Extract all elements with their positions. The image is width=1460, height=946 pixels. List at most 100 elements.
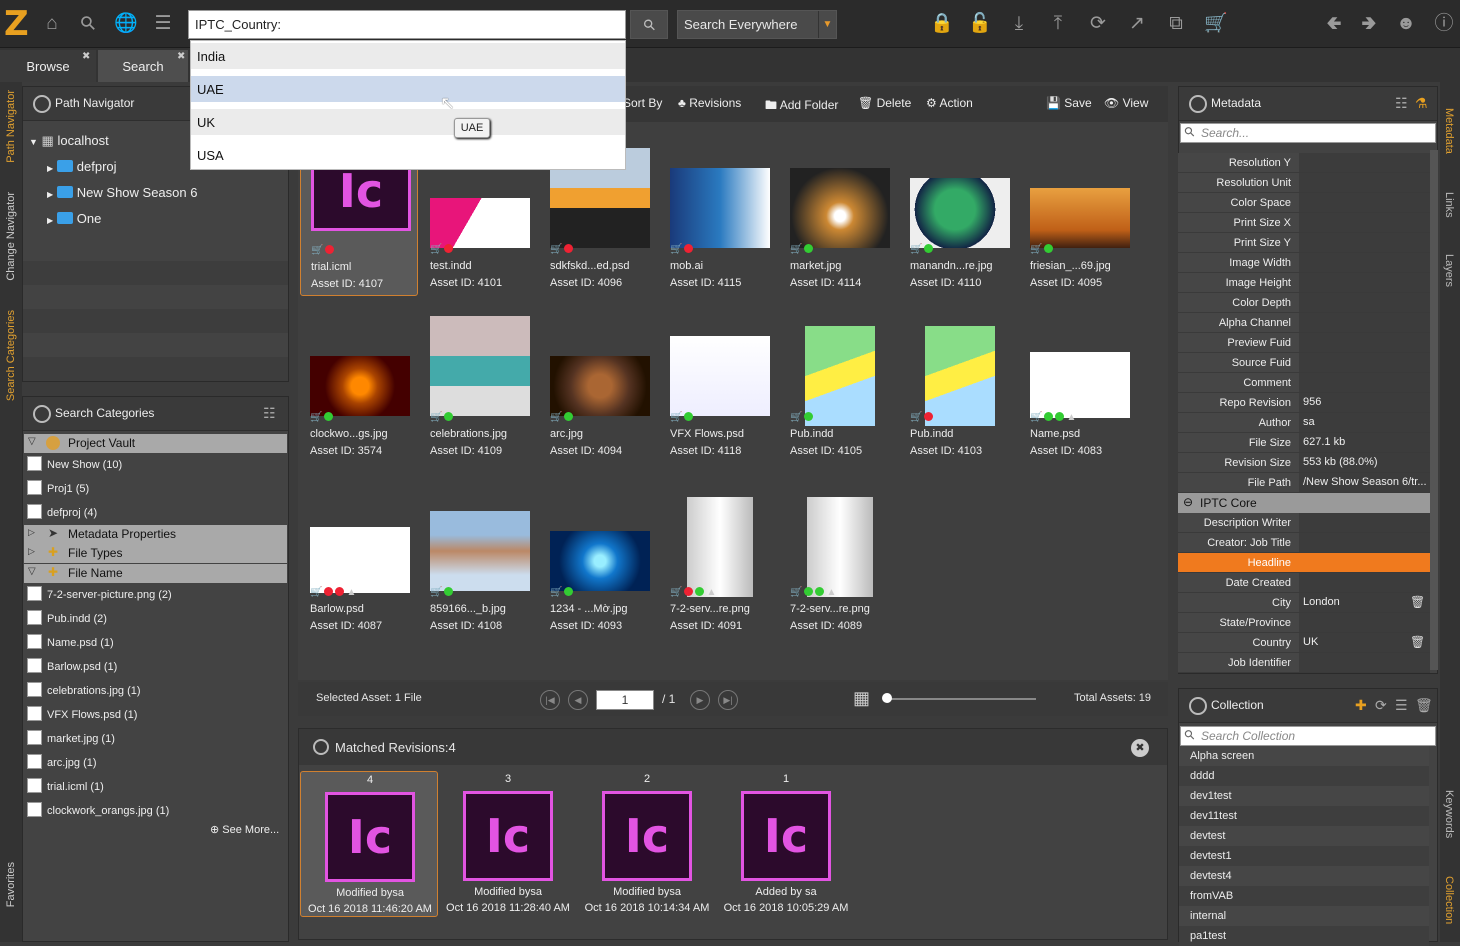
asset-tile[interactable]: 🛒 Pub.indd Asset ID: 4105 xyxy=(780,326,898,464)
asset-tile[interactable]: 🛒 celebrations.jpg Asset ID: 4109 xyxy=(420,316,538,464)
asset-tile[interactable]: 🛒 ▲ Barlow.psd Asset ID: 4087 xyxy=(300,511,418,639)
cart-icon[interactable]: 🛒 xyxy=(1204,12,1228,36)
metadata-row[interactable]: City London 🗑 xyxy=(1178,593,1430,613)
filter-icon[interactable]: ☷ xyxy=(263,405,276,422)
metadata-row[interactable]: Revision Size 553 kb (88.0%) xyxy=(1178,453,1430,473)
close-icon[interactable]: ✖ xyxy=(177,51,185,62)
metadata-row[interactable]: Repo Revision 956 xyxy=(1178,393,1430,413)
asset-tile[interactable]: 🛒 friesian_...69.jpg Asset ID: 4095 xyxy=(1020,168,1138,296)
metadata-row[interactable]: Headline xyxy=(1178,553,1430,573)
zoom-slider[interactable] xyxy=(886,698,1036,700)
dropdown-option[interactable]: India xyxy=(191,43,625,69)
search-scope-select[interactable]: Search Everywhere ▼ xyxy=(677,10,837,39)
asset-tile[interactable]: 🛒 test.indd Asset ID: 4101 xyxy=(420,168,538,296)
search-button[interactable]: ⚲ xyxy=(630,10,668,39)
collection-item[interactable]: Alpha screen xyxy=(1190,750,1254,762)
metadata-value[interactable] xyxy=(1299,573,1430,592)
search-icon[interactable]: ⚲ xyxy=(72,7,106,41)
page-number-input[interactable] xyxy=(596,690,654,710)
dropdown-option[interactable]: USA xyxy=(191,142,625,168)
trash-icon[interactable]: 🗑 xyxy=(1410,595,1425,609)
metadata-value[interactable] xyxy=(1299,533,1430,552)
sync-icon[interactable]: ⟳ xyxy=(1086,12,1110,36)
sort-by-button[interactable]: Sort By xyxy=(623,96,662,110)
metadata-value[interactable] xyxy=(1299,153,1430,172)
metadata-row[interactable]: Preview Fuid xyxy=(1178,333,1430,353)
tree-folder-defproj[interactable]: ▶ defproj xyxy=(47,159,117,174)
export-icon[interactable]: ↗ xyxy=(1125,12,1149,36)
trash-icon[interactable]: 🗑 xyxy=(1415,697,1433,714)
first-page-button[interactable]: |◀ xyxy=(540,690,560,710)
lock-icon[interactable]: 🔒 xyxy=(930,12,954,36)
metadata-value[interactable] xyxy=(1299,513,1430,532)
metadata-row[interactable]: Creator: Job Title xyxy=(1178,533,1430,553)
vtab-change-navigator[interactable]: Change Navigator xyxy=(5,192,17,281)
asset-tile[interactable]: 🛒 sdkfskd...ed.psd Asset ID: 4096 xyxy=(540,148,658,296)
metadata-value[interactable] xyxy=(1299,233,1430,252)
metadata-value[interactable] xyxy=(1299,193,1430,212)
category-metadata-properties[interactable]: Metadata Properties xyxy=(24,525,287,544)
checkbox[interactable] xyxy=(27,706,42,721)
revision-tile[interactable]: 1 Ic Added by sa Oct 16 2018 10:05:29 AM xyxy=(717,771,855,917)
tree-root-localhost[interactable]: ▼ ▦ localhost xyxy=(29,133,109,149)
next-page-button[interactable]: ▶ xyxy=(690,690,710,710)
checkbox[interactable] xyxy=(27,754,42,769)
collection-item[interactable]: devtest1 xyxy=(1190,850,1232,862)
metadata-value[interactable] xyxy=(1299,313,1430,332)
vtab-keywords[interactable]: Keywords xyxy=(1443,790,1455,838)
collection-search-input[interactable]: Search Collection xyxy=(1180,726,1436,746)
checkbox[interactable] xyxy=(27,610,42,625)
metadata-value[interactable] xyxy=(1299,253,1430,272)
vtab-path-navigator[interactable]: Path Navigator xyxy=(5,90,17,163)
action-button[interactable]: ⚙ Action xyxy=(926,96,973,110)
globe-icon[interactable]: 🌐 xyxy=(114,12,138,36)
metadata-scrollbar[interactable] xyxy=(1430,150,1438,670)
collection-item[interactable]: internal xyxy=(1190,910,1226,922)
metadata-value[interactable] xyxy=(1299,553,1430,572)
collection-item[interactable]: dev11test xyxy=(1190,810,1237,822)
filter-icon[interactable]: ☷ xyxy=(1395,95,1408,112)
metadata-value[interactable] xyxy=(1299,173,1430,192)
metadata-row[interactable]: Comment xyxy=(1178,373,1430,393)
metadata-search-input[interactable]: Search... xyxy=(1180,123,1436,143)
metadata-row[interactable]: Image Height xyxy=(1178,273,1430,293)
asset-tile[interactable]: 🛒 Pub.indd Asset ID: 4103 xyxy=(900,326,1018,464)
metadata-row[interactable]: Resolution Y xyxy=(1178,153,1430,173)
asset-tile[interactable]: 🛒 VFX Flows.psd Asset ID: 4118 xyxy=(660,336,778,464)
unlock-icon[interactable]: 🔓 xyxy=(968,12,992,36)
revision-tile[interactable]: 4 Ic Modified bysa Oct 16 2018 11:46:20 AM xyxy=(300,771,438,917)
asset-tile[interactable]: 🛒 mob.ai Asset ID: 4115 xyxy=(660,168,778,296)
asset-tile[interactable]: 🛒 clockwo...gs.jpg Asset ID: 3574 xyxy=(300,336,418,464)
compare-icon[interactable]: ⧉ xyxy=(1164,12,1188,36)
collection-item[interactable]: dev1test xyxy=(1190,790,1232,802)
add-icon[interactable]: ✚ xyxy=(1355,697,1367,714)
metadata-row[interactable]: State/Province xyxy=(1178,613,1430,633)
asset-tile[interactable]: 🛒 1234 - ...Mờ.jpg Asset ID: 4093 xyxy=(540,511,658,639)
close-panel-button[interactable]: ✖ xyxy=(1131,739,1149,757)
metadata-value[interactable]: /New Show Season 6/tr... xyxy=(1299,473,1430,492)
list-icon[interactable]: ☰ xyxy=(1395,697,1408,714)
download-icon[interactable]: ⤓ xyxy=(1007,12,1031,36)
view-button[interactable]: 👁 View xyxy=(1104,96,1148,110)
see-more-link[interactable]: ⊕ See More... xyxy=(210,823,279,836)
zoom-slider-handle[interactable] xyxy=(882,693,892,703)
back-icon[interactable]: 🢀 xyxy=(1322,12,1346,36)
revision-tile[interactable]: 3 Ic Modified bysa Oct 16 2018 11:28:40 AM xyxy=(439,771,577,917)
metadata-value[interactable] xyxy=(1299,613,1430,632)
add-folder-button[interactable]: 🖿 Add Folder xyxy=(765,96,838,117)
metadata-value[interactable]: 627.1 kb xyxy=(1299,433,1430,452)
revisions-button[interactable]: ♣ Revisions xyxy=(678,96,741,110)
save-button[interactable]: 💾 Save xyxy=(1046,96,1092,110)
last-page-button[interactable]: ▶| xyxy=(718,690,738,710)
home-icon[interactable]: ⌂ xyxy=(40,12,64,36)
checkbox[interactable] xyxy=(27,456,42,471)
checkbox[interactable] xyxy=(27,634,42,649)
checkbox[interactable] xyxy=(27,504,42,519)
metadata-row[interactable]: Country UK 🗑 xyxy=(1178,633,1430,653)
tree-folder-one[interactable]: ▶ One xyxy=(47,211,101,226)
asset-tile[interactable]: 🛒 arc.jpg Asset ID: 4094 xyxy=(540,336,658,464)
collection-item[interactable]: devtest4 xyxy=(1190,870,1232,882)
help-icon[interactable]: ⓘ xyxy=(1432,12,1456,36)
category-project-vault[interactable]: Project Vault xyxy=(24,434,287,453)
tree-folder-new-show-season-6[interactable]: ▶ New Show Season 6 xyxy=(47,185,197,200)
